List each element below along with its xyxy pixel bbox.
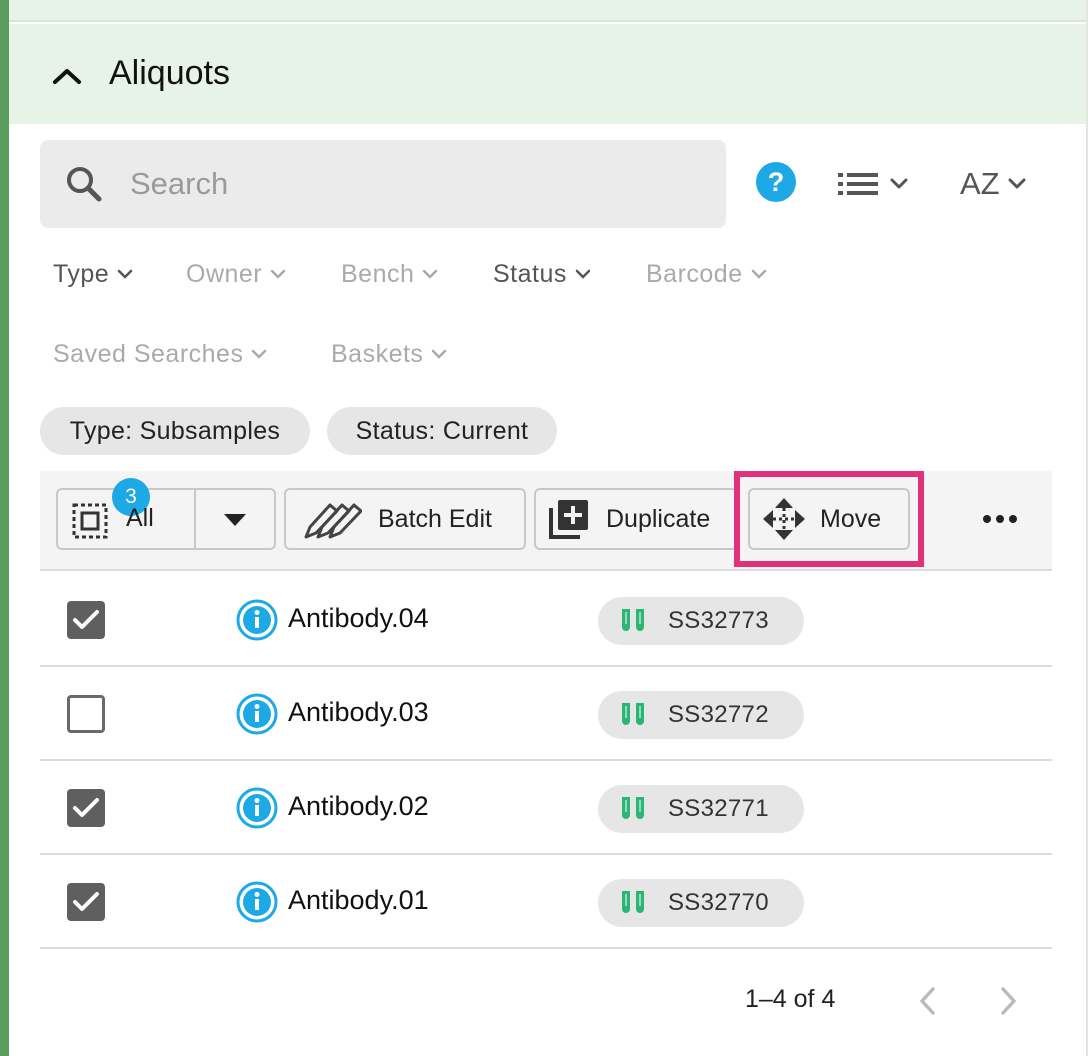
svg-text:?: ? xyxy=(768,167,785,197)
chip-label: Status: Current xyxy=(355,416,529,445)
filter-label: Type xyxy=(53,260,110,288)
global-id-chip[interactable]: SS32773 xyxy=(598,597,804,645)
search-box[interactable] xyxy=(40,140,726,228)
global-id-chip[interactable]: SS32770 xyxy=(598,879,804,927)
filter-label: Saved Searches xyxy=(53,340,244,368)
batch-edit-label: Batch Edit xyxy=(378,504,492,533)
chevron-down-icon xyxy=(117,269,133,279)
global-id-text: SS32772 xyxy=(668,701,769,728)
select-all-group[interactable]: 3 All xyxy=(56,478,276,550)
search-input[interactable] xyxy=(130,162,690,206)
subsample-tubes-icon xyxy=(622,891,644,913)
table-row[interactable]: Antibody.01 SS32770 xyxy=(40,855,1052,949)
filter-baskets[interactable]: Baskets xyxy=(331,340,447,369)
sort-label: AZ xyxy=(960,166,1000,201)
table-row[interactable]: Antibody.03 SS32772 xyxy=(40,667,1052,761)
chevron-down-icon xyxy=(1008,178,1026,189)
row-name: Antibody.01 xyxy=(288,885,429,915)
active-filter-chip-type[interactable]: Type: Subsamples xyxy=(40,407,310,455)
global-id-chip[interactable]: SS32771 xyxy=(598,785,804,833)
row-name: Antibody.04 xyxy=(288,603,429,633)
duplicate-label: Duplicate xyxy=(606,504,711,533)
global-id-text: SS32770 xyxy=(668,889,769,916)
chevron-down-icon xyxy=(432,349,447,359)
filter-type[interactable]: Type xyxy=(53,260,133,289)
more-options-icon[interactable] xyxy=(982,511,1018,527)
subsample-tubes-icon xyxy=(622,797,644,819)
filter-barcode[interactable]: Barcode xyxy=(646,260,767,289)
chevron-down-icon xyxy=(890,178,908,189)
duplicate-icon xyxy=(549,500,588,539)
caret-down-icon[interactable] xyxy=(224,514,246,526)
filter-label: Barcode xyxy=(646,260,743,288)
row-name: Antibody.03 xyxy=(288,697,429,727)
help-icon[interactable]: ? xyxy=(755,161,797,203)
row-checkbox[interactable] xyxy=(67,695,105,733)
global-id-text: SS32771 xyxy=(668,795,769,822)
active-filter-chip-status[interactable]: Status: Current xyxy=(327,407,557,455)
row-checkbox[interactable] xyxy=(67,789,105,827)
chevron-down-icon xyxy=(252,349,267,359)
previous-section-strip xyxy=(9,0,1086,22)
view-mode-button[interactable] xyxy=(838,164,918,204)
filter-status[interactable]: Status xyxy=(493,260,591,289)
filter-owner[interactable]: Owner xyxy=(186,260,286,289)
aliquots-section-header[interactable]: Aliquots xyxy=(9,24,1086,124)
chevron-down-icon xyxy=(270,269,286,279)
move-button[interactable]: Move xyxy=(748,488,910,550)
info-icon[interactable] xyxy=(236,787,278,829)
checkmark-icon xyxy=(73,892,99,911)
section-title: Aliquots xyxy=(109,54,230,92)
chevron-down-icon xyxy=(575,269,591,279)
select-all-icon xyxy=(72,503,108,539)
chevron-down-icon xyxy=(751,269,766,279)
info-icon[interactable] xyxy=(236,693,278,735)
info-icon[interactable] xyxy=(236,881,278,923)
global-id-chip[interactable]: SS32772 xyxy=(598,691,804,739)
left-accent-bar xyxy=(0,0,9,1056)
filter-saved-searches[interactable]: Saved Searches xyxy=(53,340,267,369)
table-row[interactable]: Antibody.02 SS32771 xyxy=(40,761,1052,855)
chevron-up-icon[interactable] xyxy=(45,62,89,90)
batch-edit-button[interactable]: Batch Edit xyxy=(284,488,526,550)
batch-edit-icon xyxy=(304,503,362,539)
button-divider xyxy=(194,490,196,548)
filter-label: Owner xyxy=(186,260,263,288)
row-checkbox[interactable] xyxy=(67,601,105,639)
previous-page-icon[interactable] xyxy=(916,984,940,1018)
filter-label: Baskets xyxy=(331,340,424,368)
bulk-actions-toolbar: 3 All Batch Edit Duplicate Move xyxy=(40,471,1052,571)
chip-label: Type: Subsamples xyxy=(69,416,281,445)
filter-bench[interactable]: Bench xyxy=(341,260,438,289)
table-row[interactable]: Antibody.04 SS32773 xyxy=(40,573,1052,667)
list-view-icon xyxy=(838,173,878,195)
next-page-icon[interactable] xyxy=(996,984,1020,1018)
row-checkbox[interactable] xyxy=(67,883,105,921)
subsample-tubes-icon xyxy=(622,609,644,631)
move-label: Move xyxy=(820,504,882,533)
filter-label: Status xyxy=(493,260,567,288)
chevron-down-icon xyxy=(423,269,438,279)
checkmark-icon xyxy=(73,610,99,629)
info-icon[interactable] xyxy=(236,599,278,641)
move-icon xyxy=(763,498,805,540)
global-id-text: SS32773 xyxy=(668,607,769,634)
filter-label: Bench xyxy=(341,260,415,288)
row-name: Antibody.02 xyxy=(288,791,429,821)
checkmark-icon xyxy=(73,798,99,817)
pagination-range: 1–4 of 4 xyxy=(745,985,836,1013)
search-icon xyxy=(67,167,102,202)
subsample-tubes-icon xyxy=(622,703,644,725)
select-all-label: All xyxy=(126,504,154,532)
duplicate-button[interactable]: Duplicate xyxy=(534,488,738,550)
sort-button[interactable]: AZ xyxy=(960,164,1040,204)
